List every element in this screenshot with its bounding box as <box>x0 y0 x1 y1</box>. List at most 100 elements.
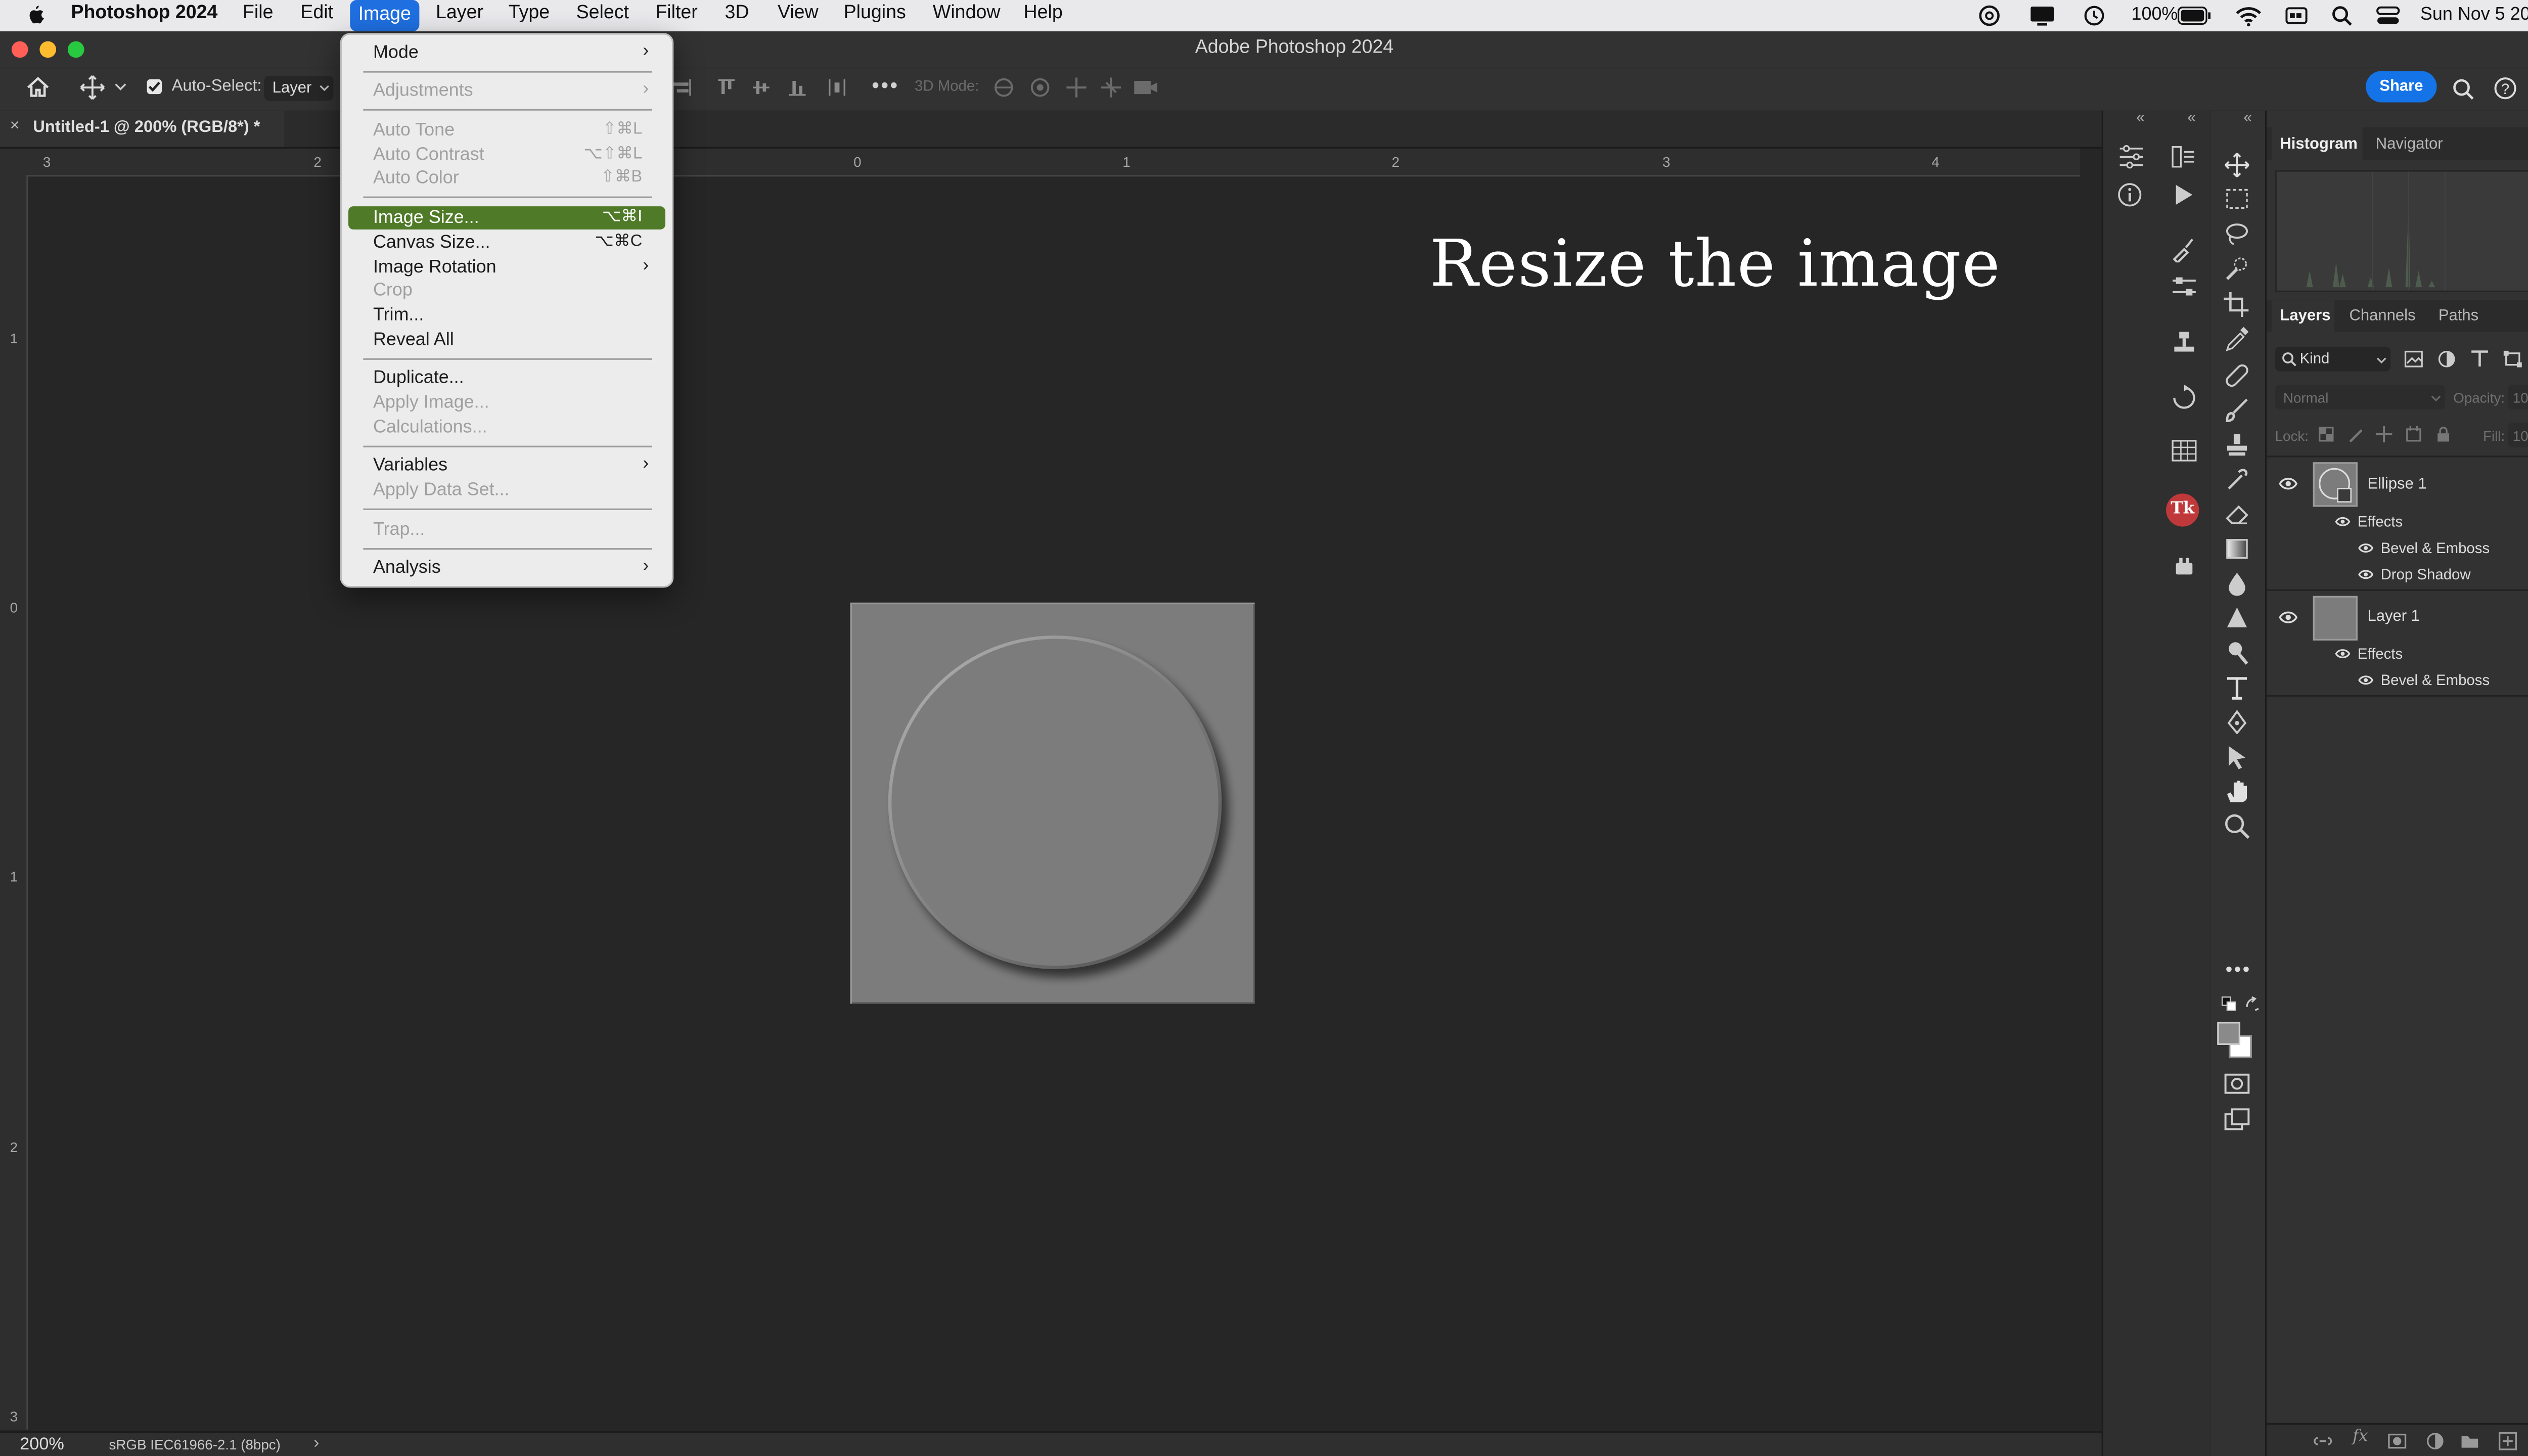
spotlight-search-icon[interactable] <box>2331 5 2353 26</box>
blur-tool-icon[interactable] <box>2222 570 2252 596</box>
3d-pan-icon[interactable] <box>1065 76 1088 99</box>
document-canvas[interactable] <box>850 602 1255 1004</box>
lock-image-pixels-icon[interactable] <box>2348 426 2364 443</box>
effects-label[interactable]: Effects <box>2358 646 2403 662</box>
lasso-tool-icon[interactable] <box>2222 221 2252 248</box>
menu-item-image-size[interactable]: Image Size... ⌥⌘I <box>348 206 665 230</box>
menu-item-auto-contrast[interactable]: Auto Contrast ⌥⇧⌘L <box>348 144 665 167</box>
status-expand-icon[interactable]: › <box>313 1435 319 1453</box>
fill-field[interactable]: 100% <box>2507 422 2528 447</box>
filter-pixel-layers-icon[interactable] <box>2404 350 2423 368</box>
add-layer-style-icon[interactable]: fx <box>2353 1428 2368 1446</box>
menu-item-image-rotation[interactable]: Image Rotation › <box>348 256 665 279</box>
display-icon[interactable] <box>2029 5 2055 26</box>
menu-item-reveal-all[interactable]: Reveal All <box>348 329 665 352</box>
menu-item-variables[interactable]: Variables › <box>348 454 665 477</box>
tk-plugin-icon[interactable]: Tk <box>2166 493 2199 527</box>
clone-source-icon[interactable] <box>2170 329 2199 355</box>
visibility-eye-icon[interactable] <box>2358 673 2374 687</box>
move-tool-preset-icon[interactable] <box>79 74 106 101</box>
collapse-toolbar-icon[interactable]: « <box>2244 109 2252 126</box>
menu-layer[interactable]: Layer <box>436 4 483 23</box>
chevron-down-icon[interactable] <box>114 82 127 93</box>
effect-drop-shadow[interactable]: Drop Shadow <box>2381 566 2471 583</box>
effects-label[interactable]: Effects <box>2358 514 2403 530</box>
3d-slide-icon[interactable] <box>1100 76 1123 99</box>
quick-mask-icon[interactable] <box>2222 1070 2252 1096</box>
swap-colors-icon[interactable] <box>2244 995 2261 1012</box>
collapse-panels-icon[interactable]: « <box>2188 109 2196 126</box>
visibility-eye-icon[interactable] <box>2278 609 2298 626</box>
plugin-panel-icon[interactable] <box>2170 553 2199 579</box>
menu-item-auto-tone[interactable]: Auto Tone ⇧⌘L <box>348 119 665 142</box>
keyboard-input-icon[interactable] <box>2285 5 2308 26</box>
3d-roll-icon[interactable] <box>1028 76 1052 99</box>
menu-item-calculations[interactable]: Calculations... <box>348 416 665 439</box>
control-center-icon[interactable] <box>2376 5 2401 26</box>
crop-tool-icon[interactable] <box>2222 291 2252 317</box>
wifi-icon[interactable] <box>2235 5 2262 27</box>
zoom-level[interactable]: 200% <box>20 1435 64 1454</box>
edit-toolbar-icon[interactable]: ••• <box>2226 958 2251 981</box>
effect-bevel-emboss[interactable]: Bevel & Emboss <box>2381 672 2490 689</box>
apple-icon[interactable] <box>25 5 44 26</box>
menu-help[interactable]: Help <box>1023 4 1062 23</box>
visibility-eye-icon[interactable] <box>2334 647 2351 660</box>
menu-3d[interactable]: 3D <box>725 4 749 23</box>
lock-all-icon[interactable] <box>2435 426 2452 442</box>
align-top-edges-icon[interactable] <box>716 77 736 97</box>
auto-select-dropdown[interactable]: Layer <box>264 76 334 101</box>
distribute-icon[interactable] <box>827 77 847 97</box>
horizontal-ruler[interactable]: 3 2 0 1 2 3 4 <box>0 148 2081 177</box>
layer-row-ellipse-1[interactable]: Ellipse 1 fx <box>2267 461 2528 510</box>
visibility-eye-icon[interactable] <box>2278 475 2298 492</box>
menu-item-trim[interactable]: Trim... <box>348 304 665 327</box>
more-options-icon[interactable]: ••• <box>872 73 899 98</box>
3d-camera-icon[interactable] <box>1133 76 1159 99</box>
tab-layers[interactable]: Layers <box>2280 307 2330 325</box>
menu-filter[interactable]: Filter <box>655 4 697 23</box>
hand-tool-icon[interactable] <box>2222 778 2252 804</box>
move-tool-icon[interactable] <box>2222 152 2252 178</box>
actions-panel-icon[interactable] <box>2170 181 2199 208</box>
menu-item-auto-color[interactable]: Auto Color ⇧⌘B <box>348 167 665 190</box>
gradient-tool-icon[interactable] <box>2222 535 2252 561</box>
tab-paths[interactable]: Paths <box>2439 307 2478 325</box>
type-tool-icon[interactable] <box>2222 673 2252 700</box>
visibility-eye-icon[interactable] <box>2358 541 2374 555</box>
screen-mode-icon[interactable] <box>2222 1106 2252 1132</box>
layer-filter-dropdown[interactable]: Kind <box>2275 346 2391 372</box>
lock-transparent-pixels-icon[interactable] <box>2318 426 2334 442</box>
battery-icon[interactable] <box>2177 7 2211 25</box>
tab-navigator[interactable]: Navigator <box>2376 135 2443 154</box>
brush-tool-icon[interactable] <box>2222 396 2252 423</box>
document-tab[interactable]: × Untitled-1 @ 200% (RGB/8*) * <box>0 110 284 147</box>
clone-stamp-tool-icon[interactable] <box>2222 431 2252 457</box>
menu-type[interactable]: Type <box>509 4 550 23</box>
menu-item-crop[interactable]: Crop <box>348 279 665 302</box>
new-layer-icon[interactable] <box>2498 1431 2517 1451</box>
eraser-tool-icon[interactable] <box>2222 500 2252 526</box>
ellipse-shape[interactable] <box>850 603 1255 1004</box>
adjustments-panel-icon[interactable] <box>2116 144 2146 170</box>
menu-item-analysis[interactable]: Analysis › <box>348 556 665 579</box>
search-icon[interactable] <box>2452 77 2475 101</box>
new-group-icon[interactable] <box>2460 1433 2479 1449</box>
layer-name[interactable]: Ellipse 1 <box>2367 475 2426 493</box>
lock-artboard-icon[interactable] <box>2406 426 2422 442</box>
healing-brush-tool-icon[interactable] <box>2222 361 2252 388</box>
properties-panel-icon[interactable] <box>2170 274 2199 300</box>
lock-position-icon[interactable] <box>2375 426 2392 443</box>
pen-tool-icon[interactable] <box>2222 708 2252 735</box>
effect-bevel-emboss[interactable]: Bevel & Emboss <box>2381 540 2490 557</box>
swatches-panel-icon[interactable] <box>2170 437 2199 464</box>
history-brush-tool-icon[interactable] <box>2222 466 2252 492</box>
vertical-ruler[interactable]: 1 0 1 2 3 <box>0 175 28 1430</box>
creative-cloud-icon[interactable] <box>1976 5 2005 26</box>
collapse-panels-icon[interactable]: « <box>2136 109 2144 126</box>
close-tab-icon[interactable]: × <box>10 117 20 135</box>
link-layers-icon[interactable] <box>2313 1433 2333 1449</box>
marquee-tool-icon[interactable] <box>2222 187 2252 213</box>
menu-view[interactable]: View <box>778 4 819 23</box>
quick-selection-tool-icon[interactable] <box>2222 256 2252 282</box>
